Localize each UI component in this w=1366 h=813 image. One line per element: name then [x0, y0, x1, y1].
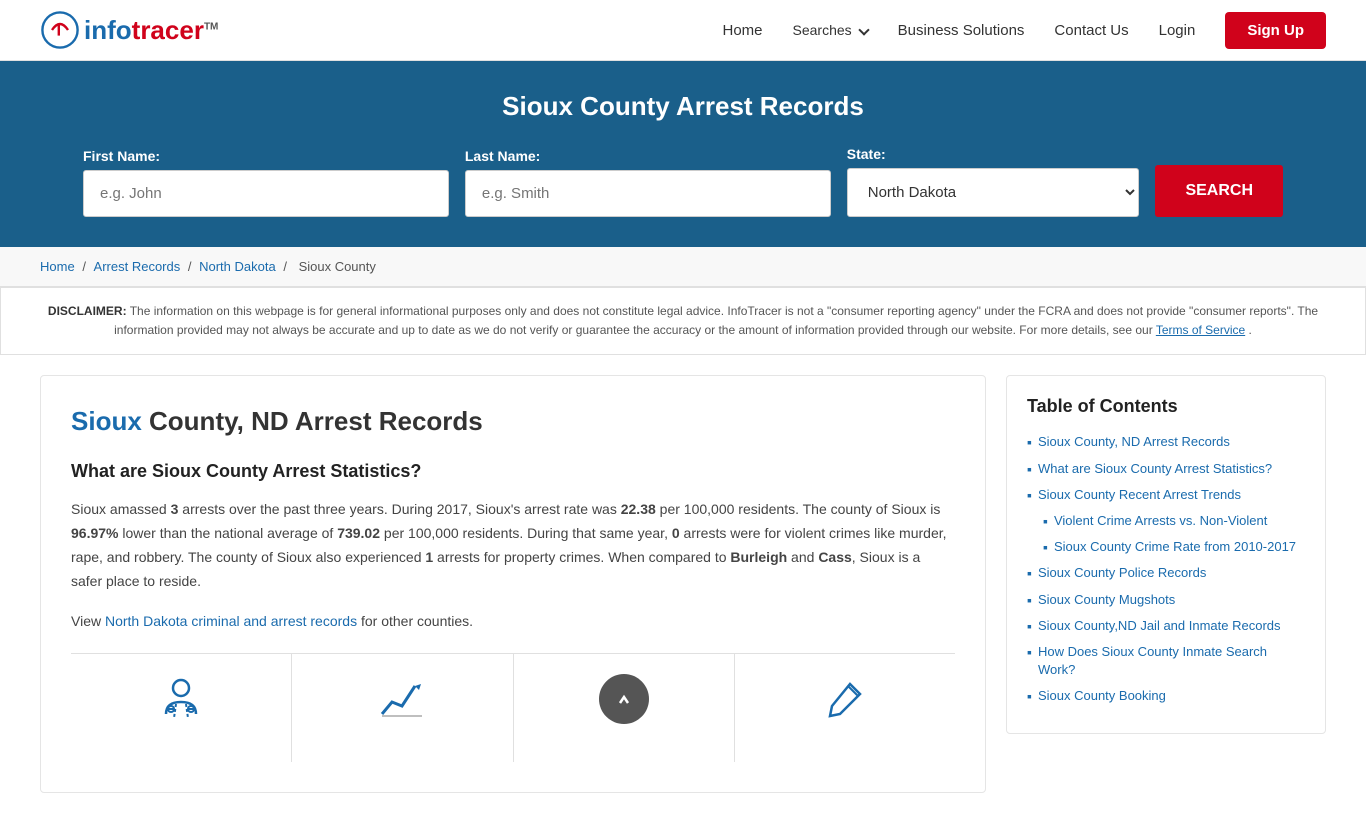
p2-before: View [71, 613, 105, 629]
section1-heading: What are Sioux County Arrest Statistics? [71, 461, 955, 482]
trend-icon [377, 674, 427, 734]
tos-link[interactable]: Terms of Service [1156, 323, 1245, 337]
logo[interactable]: infotracerTM [40, 10, 218, 50]
stat-trend [292, 654, 513, 762]
nd-records-link[interactable]: North Dakota criminal and arrest records [105, 613, 357, 629]
disclaimer-period: . [1249, 323, 1252, 337]
breadcrumb-sep3: / [283, 259, 290, 274]
p1-middle: arrests over the past three years. Durin… [178, 501, 620, 517]
toc-link[interactable]: Sioux County Police Records [1038, 564, 1206, 582]
last-name-input[interactable] [465, 170, 831, 217]
logo-text: infotracerTM [84, 15, 218, 46]
logo-tracer: tracer [132, 15, 204, 45]
disclaimer-label: DISCLAIMER: [48, 304, 127, 318]
stat-pencil [735, 654, 955, 762]
toc-item: How Does Sioux County Inmate Search Work… [1027, 643, 1305, 679]
pencil-icon [820, 674, 870, 734]
state-select[interactable]: AlabamaAlaskaArizonaArkansasCaliforniaCo… [847, 168, 1140, 217]
arrest-icon [156, 674, 206, 734]
toc-item: Sioux County Booking [1027, 687, 1305, 705]
hero-title: Sioux County Arrest Records [40, 91, 1326, 122]
p1-cass: Cass [818, 549, 851, 565]
logo-tm: TM [204, 21, 218, 32]
nav-business-solutions[interactable]: Business Solutions [898, 22, 1025, 39]
p1-middle2: per 100,000 residents. The county of Sio… [656, 501, 941, 517]
last-name-label: Last Name: [465, 148, 831, 164]
header: infotracerTM Home Searches Business Solu… [0, 0, 1366, 61]
toc-link[interactable]: What are Sioux County Arrest Statistics? [1038, 460, 1272, 478]
content-area: Sioux County, ND Arrest Records What are… [40, 375, 986, 793]
breadcrumb: Home / Arrest Records / North Dakota / S… [0, 247, 1366, 287]
toc-link[interactable]: How Does Sioux County Inmate Search Work… [1038, 643, 1305, 679]
state-label: State: [847, 146, 1140, 162]
toc-link[interactable]: Sioux County Crime Rate from 2010-2017 [1054, 538, 1296, 556]
toc-item: Sioux County,ND Jail and Inmate Records [1027, 617, 1305, 635]
breadcrumb-home[interactable]: Home [40, 259, 75, 274]
breadcrumb-sioux-county: Sioux County [299, 259, 376, 274]
state-group: State: AlabamaAlaskaArizonaArkansasCalif… [847, 146, 1140, 217]
p2-after: for other counties. [357, 613, 473, 629]
hero-section: Sioux County Arrest Records First Name: … [0, 61, 1366, 247]
p1-rate: 22.38 [621, 501, 656, 517]
toc-box: Table of Contents Sioux County, ND Arres… [1006, 375, 1326, 734]
p1-before: Sioux amassed [71, 501, 171, 517]
chevron-down-icon [858, 24, 869, 35]
content-title: Sioux County, ND Arrest Records [71, 406, 955, 437]
toc-item: Sioux County Mugshots [1027, 591, 1305, 609]
scroll-icon [599, 674, 649, 724]
logo-icon [40, 10, 80, 50]
first-name-label: First Name: [83, 148, 449, 164]
toc-item: What are Sioux County Arrest Statistics? [1027, 460, 1305, 478]
breadcrumb-sep2: / [188, 259, 195, 274]
main-content: Sioux County, ND Arrest Records What are… [0, 355, 1366, 813]
section1-paragraph2: View North Dakota criminal and arrest re… [71, 610, 955, 634]
stat-arrest [71, 654, 292, 762]
section1-paragraph1: Sioux amassed 3 arrests over the past th… [71, 498, 955, 593]
toc-heading: Table of Contents [1027, 396, 1305, 417]
breadcrumb-arrest-records[interactable]: Arrest Records [94, 259, 181, 274]
toc-item: Sioux County Police Records [1027, 564, 1305, 582]
toc-item: Sioux County Recent Arrest Trends [1027, 486, 1305, 504]
search-form: First Name: Last Name: State: AlabamaAla… [83, 146, 1283, 217]
p1-pct: 96.97% [71, 525, 118, 541]
p1-property: 1 [425, 549, 433, 565]
toc-link[interactable]: Sioux County,ND Jail and Inmate Records [1038, 617, 1281, 635]
main-nav: Home Searches Business Solutions Contact… [723, 12, 1327, 49]
toc-item: Sioux County, ND Arrest Records [1027, 433, 1305, 451]
p1-end: per 100,000 residents. During that same … [380, 525, 672, 541]
breadcrumb-sep1: / [82, 259, 89, 274]
toc-link[interactable]: Sioux County, ND Arrest Records [1038, 433, 1230, 451]
p1-national: 739.02 [337, 525, 380, 541]
p1-and: and [787, 549, 818, 565]
nav-contact-us[interactable]: Contact Us [1054, 22, 1128, 39]
nav-login[interactable]: Login [1159, 22, 1196, 39]
toc-item: Violent Crime Arrests vs. Non-Violent [1043, 512, 1305, 530]
signup-button[interactable]: Sign Up [1225, 12, 1326, 49]
toc-link[interactable]: Sioux County Recent Arrest Trends [1038, 486, 1241, 504]
stats-row [71, 653, 955, 762]
toc-list: Sioux County, ND Arrest Records What are … [1027, 433, 1305, 705]
disclaimer-bar: DISCLAIMER: The information on this webp… [0, 287, 1366, 355]
p1-burleigh: Burleigh [730, 549, 787, 565]
first-name-group: First Name: [83, 148, 449, 217]
stat-scroll [514, 654, 735, 762]
sidebar: Table of Contents Sioux County, ND Arres… [1006, 375, 1326, 793]
search-button[interactable]: SEARCH [1155, 165, 1283, 217]
first-name-input[interactable] [83, 170, 449, 217]
p1-middle3: lower than the national average of [118, 525, 337, 541]
content-title-blue: Sioux [71, 406, 142, 436]
toc-link[interactable]: Sioux County Mugshots [1038, 591, 1175, 609]
toc-link[interactable]: Violent Crime Arrests vs. Non-Violent [1054, 512, 1267, 530]
p1-violent: 0 [672, 525, 680, 541]
nav-home[interactable]: Home [723, 22, 763, 39]
toc-item: Sioux County Crime Rate from 2010-2017 [1043, 538, 1305, 556]
breadcrumb-north-dakota[interactable]: North Dakota [199, 259, 276, 274]
disclaimer-text: The information on this webpage is for g… [114, 304, 1318, 337]
nav-searches[interactable]: Searches [793, 22, 868, 38]
last-name-group: Last Name: [465, 148, 831, 217]
toc-link[interactable]: Sioux County Booking [1038, 687, 1166, 705]
p1-end3: arrests for property crimes. When compar… [433, 549, 730, 565]
content-title-rest: County, ND Arrest Records [142, 406, 483, 436]
